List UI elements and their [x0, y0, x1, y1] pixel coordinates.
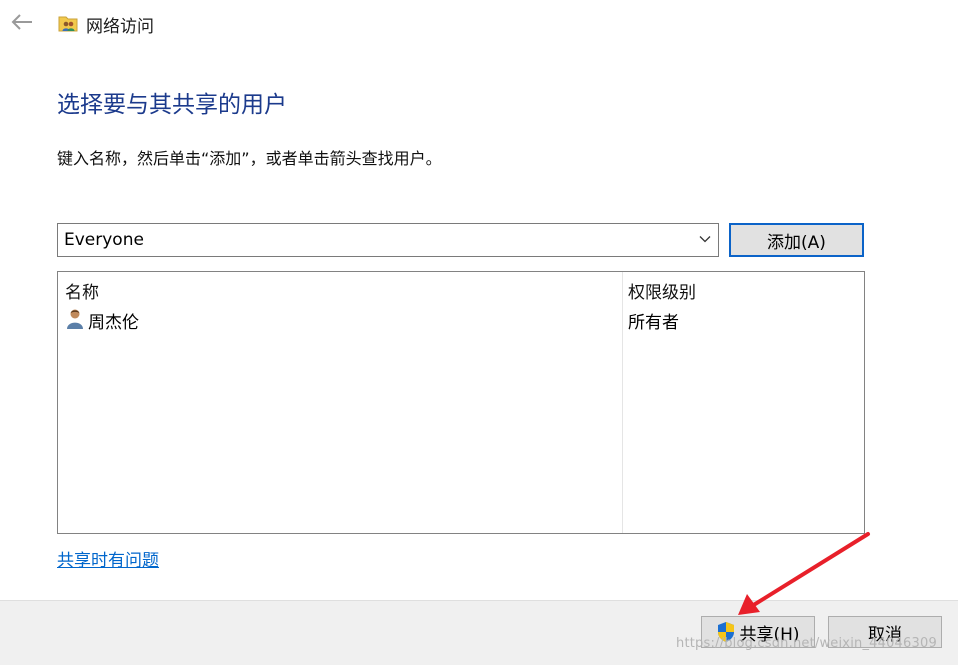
add-button[interactable]: 添加(A)	[729, 223, 864, 257]
shared-users-list[interactable]: 名称 权限级别 周杰伦 所有者	[57, 271, 865, 534]
column-header-name[interactable]: 名称	[65, 278, 99, 303]
network-share-icon	[58, 13, 78, 33]
column-header-permission[interactable]: 权限级别	[628, 278, 696, 303]
user-name-combobox[interactable]: Everyone	[57, 223, 719, 257]
user-name-input[interactable]: Everyone	[64, 230, 144, 250]
row-permission-level[interactable]: 所有者	[628, 308, 679, 333]
back-arrow-icon	[11, 14, 32, 30]
back-button[interactable]	[8, 10, 36, 34]
list-row[interactable]: 周杰伦 所有者	[58, 306, 864, 334]
row-user-name: 周杰伦	[88, 313, 139, 333]
page-heading: 选择要与其共享的用户	[57, 92, 287, 118]
watermark-text: https://blog.csdn.net/weixin_44046309	[676, 636, 937, 651]
sharing-help-link[interactable]: 共享时有问题	[57, 546, 159, 571]
instruction-text: 键入名称，然后单击“添加”，或者单击箭头查找用户。	[57, 149, 442, 168]
user-icon	[67, 309, 83, 329]
chevron-down-icon[interactable]	[698, 232, 712, 246]
window-title: 网络访问	[86, 17, 154, 37]
